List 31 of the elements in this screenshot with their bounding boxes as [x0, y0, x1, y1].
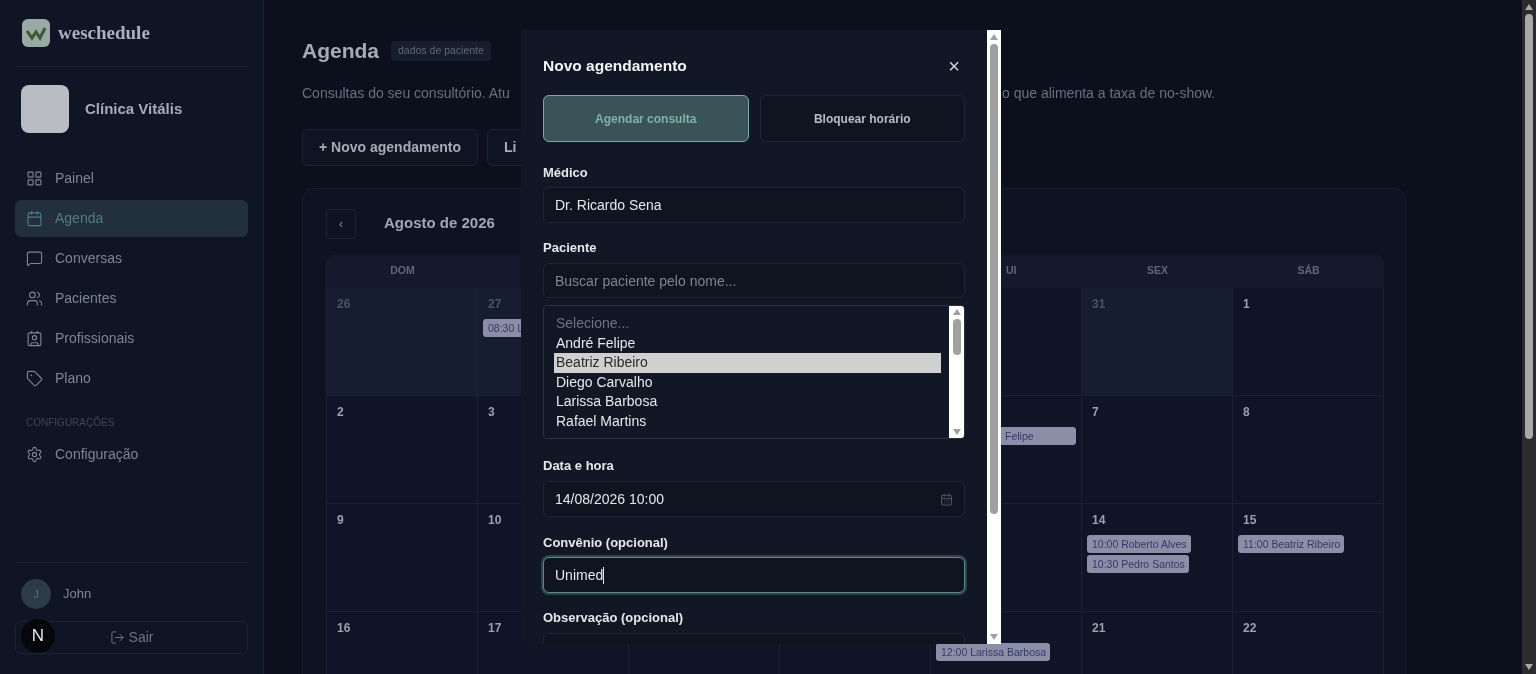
day-number: 3 — [488, 403, 495, 420]
page-description: Consultas do seu consultório. Atu — [302, 83, 511, 103]
month-title: Agosto de 2026 — [384, 213, 495, 234]
weekday-label: SEX — [1147, 263, 1168, 279]
page-description: o que alimenta a taxa de no-show. — [1002, 83, 1216, 103]
weekday-label: SÁB — [1297, 263, 1320, 279]
field-label: Paciente — [543, 239, 597, 257]
day-number: 22 — [1243, 619, 1257, 636]
weekday-label: UI — [1006, 263, 1017, 279]
day-number: 9 — [337, 511, 344, 528]
day-number: 15 — [1243, 511, 1257, 528]
day-number: 2 — [337, 403, 344, 420]
clinic-name: Clínica Vitális — [85, 98, 183, 119]
day-number: 10 — [488, 511, 502, 528]
page-badge: dados de paciente — [391, 40, 491, 61]
day-number: 1 — [1243, 295, 1250, 312]
day-number: 14 — [1092, 511, 1106, 528]
day-number: 7 — [1092, 403, 1099, 420]
user-name: John — [63, 585, 92, 604]
day-number: 17 — [488, 619, 502, 636]
dialog-title: Novo agendamento — [543, 56, 687, 77]
day-number: 16 — [337, 619, 351, 636]
brand-name: weschedule — [58, 20, 150, 45]
field-label: Observação (opcional) — [543, 609, 684, 627]
page-title: Agenda — [302, 38, 379, 64]
field-label: Data e hora — [543, 457, 614, 475]
day-number: 21 — [1092, 619, 1106, 636]
field-label: Convênio (opcional) — [543, 534, 668, 552]
field-label: Médico — [543, 164, 588, 182]
weekday-label: DOM — [390, 263, 415, 279]
day-number: 8 — [1243, 403, 1250, 420]
